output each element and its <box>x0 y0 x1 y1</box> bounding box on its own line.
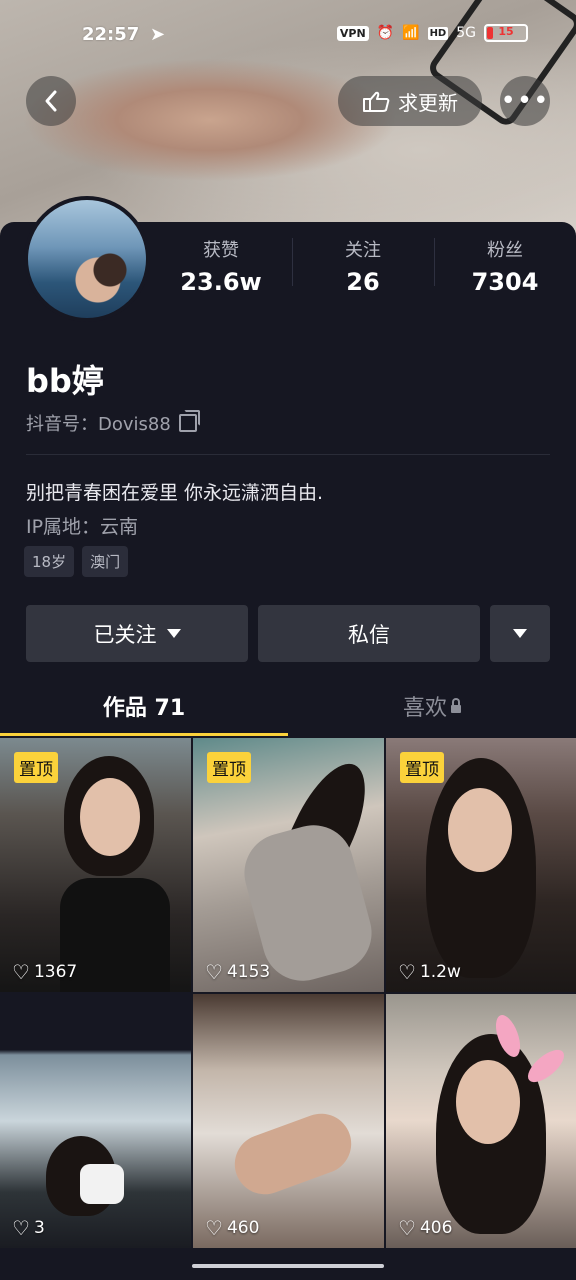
copy-icon[interactable] <box>178 410 200 432</box>
video-thumbnail[interactable]: ♡ 3 <box>0 994 191 1248</box>
stat-following[interactable]: 关注 26 <box>292 236 434 296</box>
followed-button[interactable]: 已关注 <box>26 605 248 662</box>
divider <box>26 454 550 455</box>
home-indicator[interactable] <box>192 1264 384 1268</box>
battery-icon: 15 <box>484 24 528 42</box>
avatar[interactable] <box>24 196 150 322</box>
hand-pointing-icon <box>363 91 390 112</box>
tab-works-label: 作品 71 <box>102 696 186 721</box>
stat-label: 粉丝 <box>487 240 523 261</box>
heart-icon: ♡ <box>398 960 416 984</box>
video-like-count: ♡ 1367 <box>12 962 77 982</box>
profile-tags: 18岁 澳门 <box>24 546 129 577</box>
like-count-text: 406 <box>419 1218 453 1238</box>
video-like-count: ♡ 1.2w <box>398 962 461 982</box>
like-count-text: 460 <box>226 1218 260 1238</box>
back-button[interactable] <box>26 76 76 126</box>
like-count-text: 3 <box>33 1218 45 1238</box>
tag-age: 18岁 <box>24 546 75 577</box>
heart-icon: ♡ <box>205 960 223 984</box>
pinned-badge: 置顶 <box>400 752 444 783</box>
tag-location: 澳门 <box>82 546 129 577</box>
stat-followers[interactable]: 粉丝 7304 <box>434 236 576 296</box>
like-count-text: 1367 <box>33 962 78 982</box>
douyin-id[interactable]: 抖音号：Dovis88 <box>26 410 200 436</box>
thumb-hand <box>226 1105 360 1203</box>
video-thumbnail[interactable]: 置顶 ♡ 4153 <box>193 738 384 992</box>
video-like-count: ♡ 460 <box>205 1218 259 1238</box>
lock-icon <box>451 698 461 713</box>
status-time: 22:57 <box>82 24 140 45</box>
wifi-icon: 📶 <box>402 25 420 41</box>
telegram-icon: ➤ <box>150 24 166 45</box>
video-thumbnail[interactable]: 置顶 ♡ 1367 <box>0 738 191 992</box>
thumb-face <box>448 788 512 872</box>
action-buttons: 已关注 私信 <box>26 605 550 662</box>
douyin-id-text: 抖音号：Dovis88 <box>26 414 171 435</box>
stat-label: 关注 <box>345 240 381 261</box>
tab-likes[interactable]: 喜欢 <box>288 680 576 736</box>
video-like-count: ♡ 3 <box>12 1218 45 1238</box>
video-like-count: ♡ 406 <box>398 1218 452 1238</box>
like-count-text: 1.2w <box>419 962 461 982</box>
stat-label: 获赞 <box>203 240 239 261</box>
like-count-text: 4153 <box>226 962 271 982</box>
heart-icon: ♡ <box>205 1216 223 1240</box>
profile-nickname: bb婷 <box>26 362 104 400</box>
more-button[interactable]: ••• <box>500 76 550 126</box>
caret-down-icon <box>166 629 181 638</box>
heart-icon: ♡ <box>398 1216 416 1240</box>
caret-down-icon <box>513 629 527 638</box>
stat-likes[interactable]: 获赞 23.6w <box>150 236 292 296</box>
request-update-label: 求更新 <box>398 90 458 115</box>
tab-works[interactable]: 作品 71 <box>0 680 288 736</box>
profile-bio: 别把青春困在爱里 你永远潇洒自由. <box>26 482 324 504</box>
stat-value: 26 <box>346 268 380 296</box>
hd-badge: HD <box>427 26 449 40</box>
profile-tabs: 作品 71 喜欢 <box>0 680 576 736</box>
video-thumbnail[interactable]: 置顶 ♡ 1.2w <box>386 738 576 992</box>
chevron-left-icon <box>45 90 57 112</box>
vpn-badge: VPN <box>336 25 369 41</box>
battery-text: 15 <box>498 25 514 38</box>
tab-likes-label: 喜欢 <box>402 696 447 721</box>
followed-label: 已关注 <box>93 622 157 647</box>
signal-5g: 5G <box>456 25 476 41</box>
recommend-dropdown-button[interactable] <box>490 605 550 662</box>
pinned-badge: 置顶 <box>14 752 58 783</box>
pinned-badge: 置顶 <box>207 752 251 783</box>
video-thumbnail[interactable]: ♡ 406 <box>386 994 576 1248</box>
request-update-button[interactable]: 求更新 <box>338 76 482 126</box>
message-button[interactable]: 私信 <box>258 605 480 662</box>
stat-value: 23.6w <box>180 268 262 296</box>
ip-location: IP属地：云南 <box>26 516 139 538</box>
status-bar: 22:57 ➤ VPN ⏰ 📶 HD 5G 15 <box>0 22 576 52</box>
thumb-face <box>456 1060 520 1144</box>
heart-icon: ♡ <box>12 1216 30 1240</box>
video-grid: 置顶 ♡ 1367 置顶 ♡ 4153 置顶 ♡ 1.2w ♡ 3 ♡ 460 ♡ 406 <box>0 738 576 1248</box>
profile-stats: 获赞 23.6w 关注 26 粉丝 7304 <box>150 236 576 296</box>
more-dots-icon: ••• <box>500 86 550 116</box>
thumb-face <box>80 778 140 856</box>
stat-value: 7304 <box>471 268 539 296</box>
video-thumbnail[interactable]: ♡ 460 <box>193 994 384 1248</box>
heart-icon: ♡ <box>12 960 30 984</box>
status-icons: VPN ⏰ 📶 HD 5G 15 <box>336 24 528 42</box>
thumb-mask <box>80 1164 124 1204</box>
message-label: 私信 <box>348 622 390 647</box>
alarm-icon: ⏰ <box>376 25 395 41</box>
video-like-count: ♡ 4153 <box>205 962 270 982</box>
